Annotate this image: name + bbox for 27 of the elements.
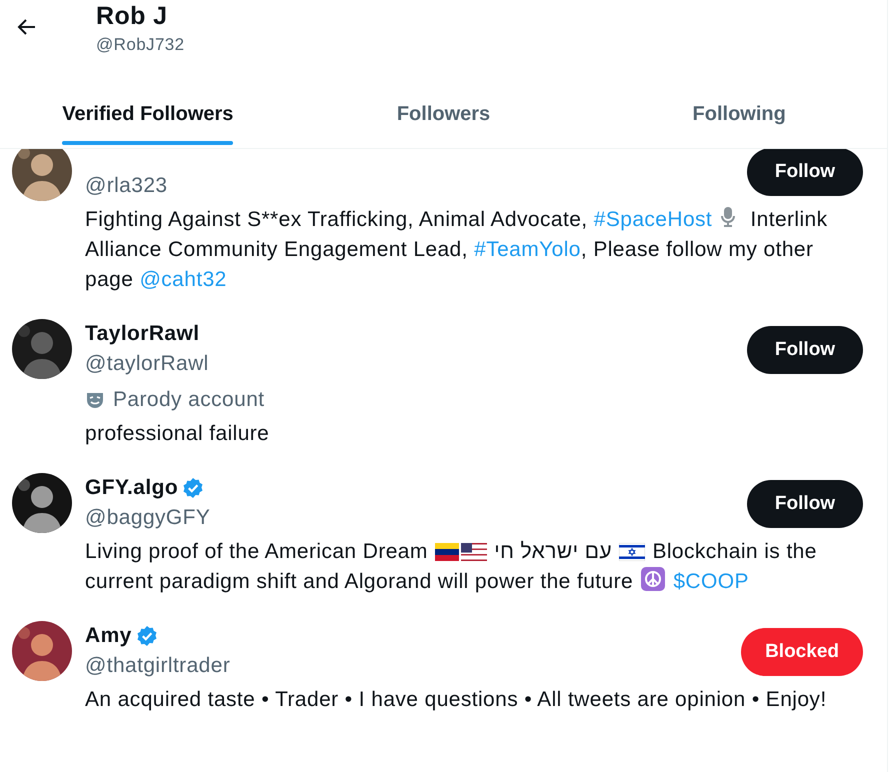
user-name: GFY.algo	[85, 476, 178, 500]
blocked-button[interactable]: Blocked	[741, 628, 863, 676]
user-handle: @thatgirltrader	[85, 653, 230, 679]
follow-button[interactable]: Follow	[747, 149, 863, 196]
mask-icon	[85, 390, 105, 410]
follow-button[interactable]: Follow	[747, 326, 863, 374]
user-bio: professional failure	[85, 421, 270, 447]
verified-badge-icon	[182, 477, 204, 499]
parody-label: Parody account	[113, 387, 265, 413]
user-bio: An acquired taste • Trader • I have questions • All tweets are opinion • Enjoy!	[85, 687, 828, 713]
peace-icon	[641, 567, 666, 591]
user-bio: Fighting Against S**ex Trafficking, Animal Advocate, #SpaceHost Interlink Alliance Community Engagement Lead, #TeamYolo, Please follow my other page @caht32	[85, 205, 863, 295]
flag-icon	[435, 543, 459, 561]
user-name: Amy	[85, 624, 132, 648]
profile-handle: @RobJ732	[96, 34, 185, 56]
follow-button[interactable]: Follow	[747, 480, 863, 528]
tab[interactable]: Followers	[396, 80, 490, 148]
profile-name: Rob J	[96, 1, 168, 31]
user-handle: @taylorRawl	[85, 351, 209, 377]
user-name: TaylorRawl	[85, 322, 200, 346]
user-handle: @baggyGFY	[85, 505, 210, 531]
user-handle: @rla323	[85, 173, 168, 199]
flag-icon	[619, 543, 646, 561]
tab[interactable]: Verified Followers	[62, 80, 234, 148]
verified-badge-icon	[136, 625, 158, 647]
tab[interactable]: Following	[692, 80, 786, 148]
flag-icon	[461, 543, 487, 561]
